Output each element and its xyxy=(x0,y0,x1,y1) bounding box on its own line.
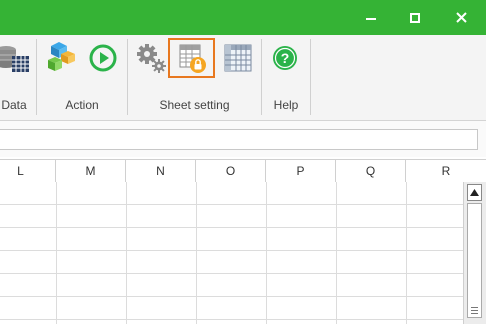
cell-grid[interactable] xyxy=(0,182,463,324)
column-header-l[interactable]: L xyxy=(0,160,56,182)
grip-line xyxy=(471,313,478,314)
maximize-icon xyxy=(410,12,420,23)
arrow-up-icon xyxy=(470,189,479,196)
help-button[interactable]: ? xyxy=(270,43,300,73)
group-label-action: Action xyxy=(65,98,99,112)
run-button[interactable] xyxy=(88,43,118,73)
scroll-thumb[interactable] xyxy=(467,203,482,318)
column-headers: L M N O P Q R xyxy=(0,159,486,183)
group-separator xyxy=(310,39,311,115)
column-header-n[interactable]: N xyxy=(126,160,196,182)
protect-sheet-button[interactable] xyxy=(168,38,215,78)
formula-bar-area xyxy=(0,121,486,157)
column-header-q[interactable]: Q xyxy=(336,160,406,182)
settings-button[interactable] xyxy=(134,41,168,75)
blocks-button[interactable] xyxy=(44,41,78,75)
protect-sheet-icon xyxy=(179,44,206,73)
minimize-button[interactable] xyxy=(348,0,394,35)
column-header-r[interactable]: R xyxy=(406,160,486,182)
column-header-o[interactable]: O xyxy=(196,160,266,182)
grip-line xyxy=(471,310,478,311)
database-button[interactable] xyxy=(0,41,30,75)
blocks-icon xyxy=(48,42,75,71)
vertical-scrollbar[interactable] xyxy=(463,182,486,324)
formula-input[interactable] xyxy=(0,129,478,150)
grid-table-icon xyxy=(224,44,252,72)
grip-line xyxy=(471,307,478,308)
scroll-up-button[interactable] xyxy=(467,184,482,201)
database-grid-icon xyxy=(0,46,29,72)
column-header-p[interactable]: P xyxy=(266,160,336,182)
maximize-button[interactable] xyxy=(392,0,438,35)
minimize-icon xyxy=(366,17,376,20)
close-button[interactable] xyxy=(438,0,484,35)
group-label-data: Data xyxy=(1,98,27,112)
group-label-help: Help xyxy=(273,98,299,112)
group-separator xyxy=(36,39,37,115)
help-icon: ? xyxy=(273,46,297,70)
play-icon xyxy=(89,44,117,72)
gears-icon xyxy=(137,44,166,73)
grid-table-button[interactable] xyxy=(221,41,255,75)
group-label-sheet-setting: Sheet setting xyxy=(159,98,230,112)
title-bar xyxy=(0,0,486,35)
column-header-m[interactable]: M xyxy=(56,160,126,182)
close-icon xyxy=(455,12,467,23)
svg-text:?: ? xyxy=(281,50,290,66)
ribbon: Data Action Sheet setting ? Help xyxy=(0,35,486,121)
